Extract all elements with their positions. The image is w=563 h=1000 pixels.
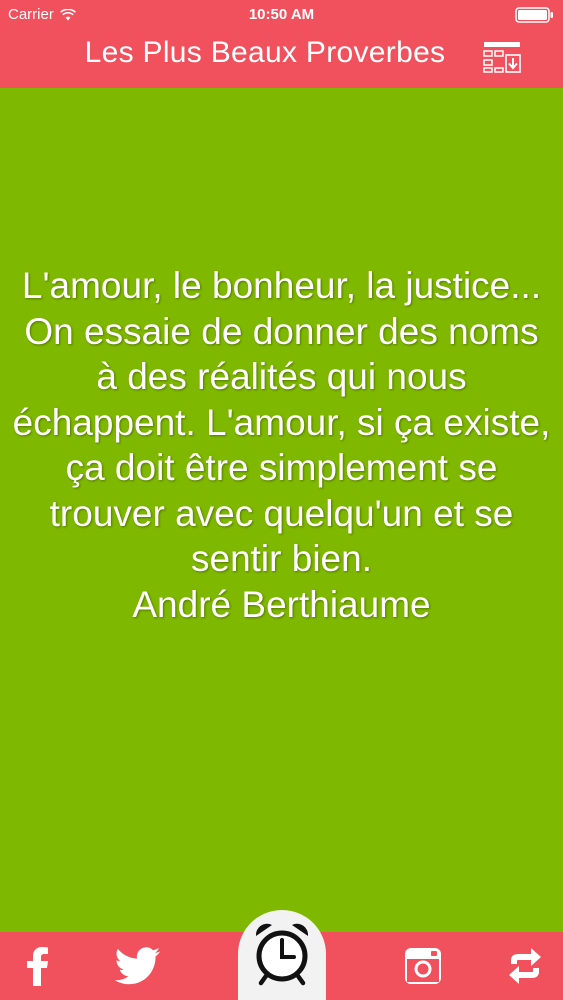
quote-text-block: L'amour, le bonheur, la justice... On es… [10,263,553,627]
instagram-share-button[interactable] [396,932,450,1000]
quote-text: L'amour, le bonheur, la justice... On es… [12,265,551,579]
refresh-button[interactable] [498,932,552,1000]
facebook-icon [27,947,48,986]
battery-icon [515,7,553,23]
top-bar: Carrier 10:50 AM Les Plus Beaux Proverbe… [0,0,563,88]
status-bar: Carrier 10:50 AM [0,0,563,30]
facebook-share-button[interactable] [10,932,64,1000]
alarm-clock-icon [255,923,309,986]
quote-author: André Berthiaume [132,583,431,625]
app-screen: Carrier 10:50 AM Les Plus Beaux Proverbe… [0,0,563,1000]
twitter-share-button[interactable] [108,932,168,1000]
refresh-arrows-icon [509,948,541,984]
alarm-button[interactable] [238,910,326,1000]
twitter-icon [115,947,161,985]
page-title: Les Plus Beaux Proverbes [84,36,446,69]
instagram-icon [405,948,441,984]
quote-area[interactable]: L'amour, le bonheur, la justice... On es… [0,88,563,932]
list-download-icon[interactable] [483,41,521,73]
status-time: 10:50 AM [248,6,315,23]
